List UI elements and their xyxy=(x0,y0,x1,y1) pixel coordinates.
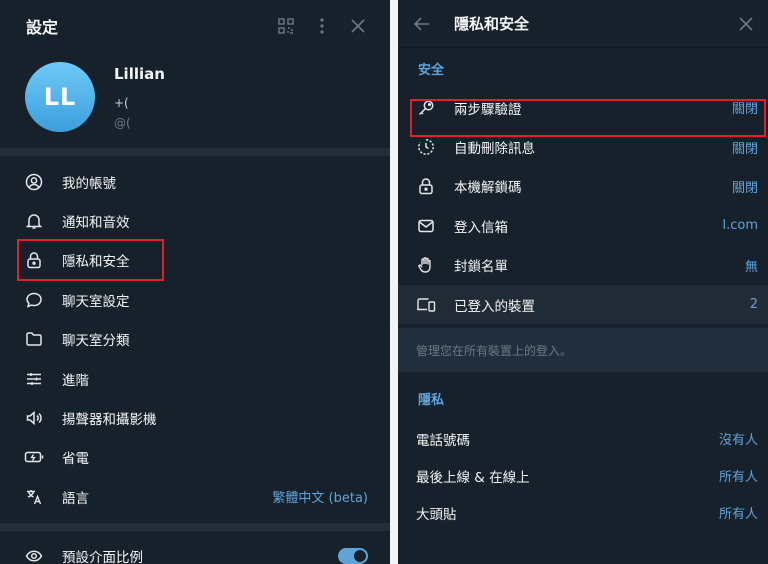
privacy-item-label: 最後上線 & 在線上 xyxy=(416,469,530,486)
sliders-icon xyxy=(24,369,44,389)
security-item-value: 關閉 xyxy=(731,141,758,157)
bell-icon xyxy=(24,211,44,231)
privacy-item-label: 電話號碼 xyxy=(416,432,470,449)
menu-item-label: 預設介面比例 xyxy=(62,550,143,564)
security-item-label: 登入信箱 xyxy=(454,219,508,236)
more-vertical-icon[interactable] xyxy=(304,8,340,44)
language-value: 繁體中文 (beta) xyxy=(272,491,368,507)
security-item-value: 關閉 xyxy=(731,102,758,118)
menu-item-label: 揚聲器和攝影機 xyxy=(62,412,157,429)
sessions-hint: 管理您在所有裝置上的登入。 xyxy=(398,328,768,373)
menu-item-label: 省電 xyxy=(62,451,89,468)
privacy-item-label: 大頭貼 xyxy=(416,506,457,523)
security-item-label: 自動刪除訊息 xyxy=(454,141,535,158)
section-divider xyxy=(0,522,390,531)
security-item-blocked-users[interactable]: 封鎖名單 無 xyxy=(398,246,768,285)
privacy-item-last-seen[interactable]: 最後上線 & 在線上 所有人 xyxy=(398,457,768,494)
eye-icon xyxy=(24,546,44,564)
privacy-item-value: 沒有人 xyxy=(718,433,758,449)
qr-code-icon[interactable] xyxy=(268,8,304,44)
privacy-list: 電話號碼 沒有人 最後上線 & 在線上 所有人 大頭貼 所有人 xyxy=(398,420,768,531)
user-circle-icon xyxy=(24,172,44,192)
speaker-icon xyxy=(24,408,44,428)
avatar[interactable]: LL xyxy=(25,62,95,132)
menu-item-my-account[interactable]: 我的帳號 xyxy=(0,162,390,201)
privacy-security-panel: 隱私和安全 安全 兩步驟驗證 關閉 自動刪除訊息 關閉 本機解鎖碼 關閉 登入信… xyxy=(398,0,768,564)
security-item-login-email[interactable]: 登入信箱 l.com xyxy=(398,206,768,245)
section-divider xyxy=(398,372,768,384)
security-item-label: 本機解鎖碼 xyxy=(454,180,522,197)
security-item-label: 封鎖名單 xyxy=(454,259,508,276)
privacy-item-phone-number[interactable]: 電話號碼 沒有人 xyxy=(398,420,768,457)
security-item-local-passcode[interactable]: 本機解鎖碼 關閉 xyxy=(398,167,768,206)
security-list: 兩步驟驗證 關閉 自動刪除訊息 關閉 本機解鎖碼 關閉 登入信箱 l.com 封… xyxy=(398,88,768,325)
security-item-active-sessions[interactable]: 已登入的裝置 2 xyxy=(398,284,768,325)
security-item-auto-delete[interactable]: 自動刪除訊息 關閉 xyxy=(398,127,768,166)
menu-item-label: 隱私和安全 xyxy=(62,254,130,271)
settings-header: 設定 xyxy=(0,0,390,52)
security-item-value: 無 xyxy=(744,259,758,275)
security-item-value: l.com xyxy=(722,218,758,234)
translate-icon xyxy=(24,487,44,507)
key-icon xyxy=(416,98,436,118)
battery-icon xyxy=(24,447,44,467)
devices-icon xyxy=(416,295,436,315)
profile-name: Lillian xyxy=(114,65,165,83)
menu-item-label: 聊天室設定 xyxy=(62,293,130,310)
lock-icon xyxy=(24,250,44,270)
folder-icon xyxy=(24,329,44,349)
menu-item-notifications[interactable]: 通知和音效 xyxy=(0,201,390,240)
security-item-label: 已登入的裝置 xyxy=(454,298,535,315)
privacy-item-value: 所有人 xyxy=(718,507,758,523)
section-title-privacy: 隱私 xyxy=(418,393,445,409)
menu-item-power-saving[interactable]: 省電 xyxy=(0,438,390,477)
section-title-security: 安全 xyxy=(418,63,445,78)
default-scale-toggle[interactable] xyxy=(338,548,368,564)
menu-item-speakers-camera[interactable]: 揚聲器和攝影機 xyxy=(0,398,390,437)
menu-item-chat-settings[interactable]: 聊天室設定 xyxy=(0,280,390,319)
timer-icon xyxy=(416,137,436,157)
hand-icon xyxy=(416,255,436,275)
security-item-value: 2 xyxy=(749,297,758,313)
page-title: 設定 xyxy=(26,18,59,37)
security-item-label: 兩步驟驗證 xyxy=(454,101,522,118)
privacy-header: 隱私和安全 xyxy=(398,0,768,48)
back-arrow-icon[interactable] xyxy=(410,12,434,36)
security-item-two-step-verification[interactable]: 兩步驟驗證 關閉 xyxy=(398,88,768,127)
menu-item-advanced[interactable]: 進階 xyxy=(0,359,390,398)
lock-icon xyxy=(416,176,436,196)
settings-menu: 我的帳號 通知和音效 隱私和安全 聊天室設定 聊天室分類 進階 揚聲器和攝影機 … xyxy=(0,156,390,517)
privacy-item-value: 所有人 xyxy=(718,470,758,486)
menu-item-label: 聊天室分類 xyxy=(62,333,130,350)
menu-item-language[interactable]: 語言 繁體中文 (beta) xyxy=(0,477,390,516)
menu-item-label: 進階 xyxy=(62,372,89,389)
page-title: 隱私和安全 xyxy=(454,15,530,33)
menu-item-label: 語言 xyxy=(62,490,89,507)
profile-username: @( xyxy=(114,116,131,130)
menu-item-label: 我的帳號 xyxy=(62,175,116,192)
menu-item-privacy-security[interactable]: 隱私和安全 xyxy=(0,241,390,280)
profile-card[interactable]: LL Lillian +( @( xyxy=(0,52,390,148)
close-icon[interactable] xyxy=(732,10,760,38)
chat-bubble-icon xyxy=(24,290,44,310)
profile-phone: +( xyxy=(114,96,129,110)
section-divider xyxy=(0,148,390,156)
security-item-value: 關閉 xyxy=(731,180,758,196)
menu-item-chat-folders[interactable]: 聊天室分類 xyxy=(0,320,390,359)
settings-panel: 設定 LL Lillian +( @(我的帳號 通知和音效 隱私和安全 聊天室… xyxy=(0,0,390,564)
mail-icon xyxy=(416,216,436,236)
privacy-item-profile-photo[interactable]: 大頭貼 所有人 xyxy=(398,494,768,531)
menu-item-label: 通知和音效 xyxy=(62,215,130,232)
close-icon[interactable] xyxy=(340,8,376,44)
menu-item-default-scale[interactable]: 預設介面比例 xyxy=(0,537,390,564)
